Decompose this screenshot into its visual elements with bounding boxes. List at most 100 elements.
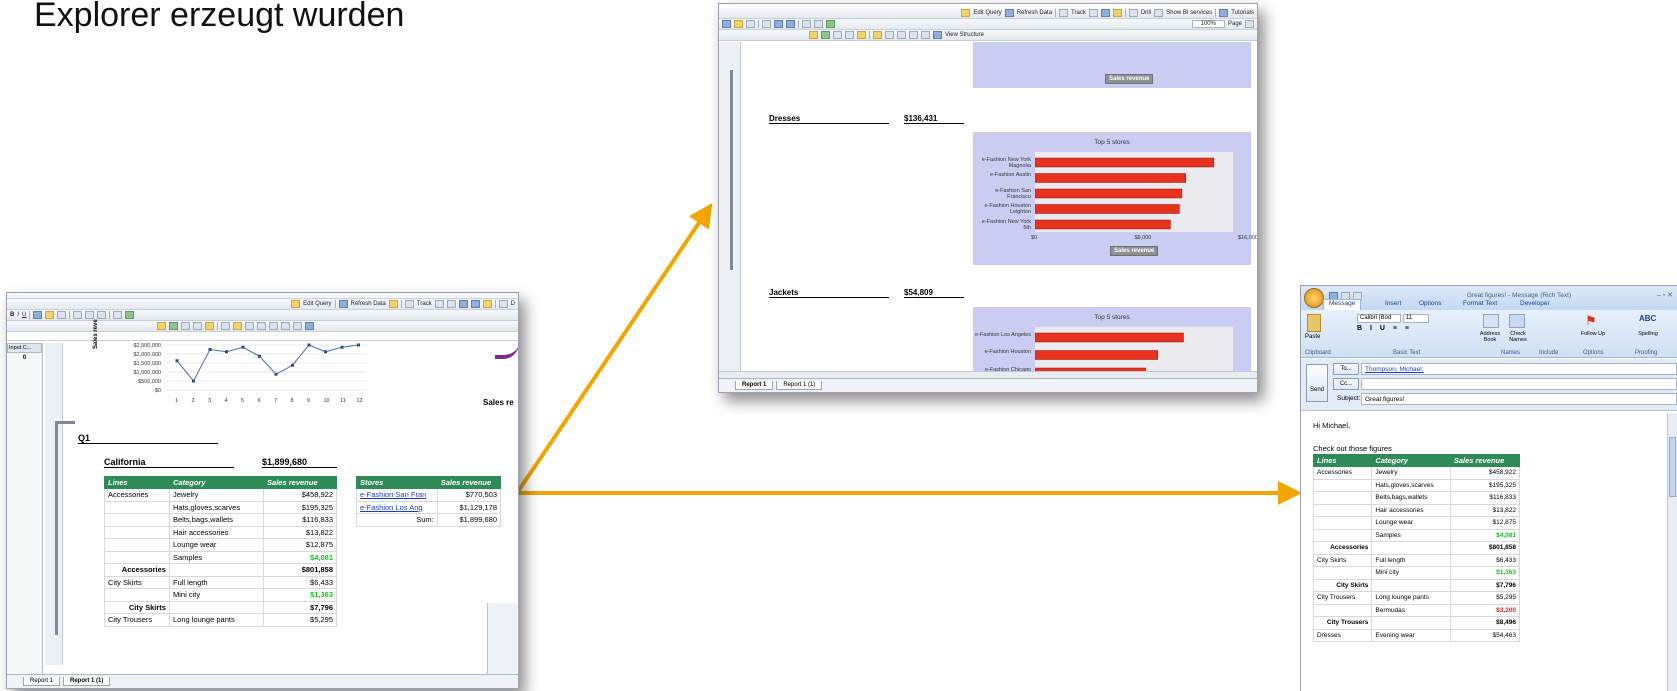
insert-table-icon[interactable] <box>821 31 830 39</box>
align-left-icon[interactable] <box>762 20 771 28</box>
sum-icon[interactable] <box>897 31 906 39</box>
underline-icon[interactable]: U <box>22 312 26 318</box>
formula-bar[interactable] <box>7 332 518 341</box>
filter-toolbar-icon[interactable] <box>233 322 242 330</box>
grid-icon[interactable] <box>1100 9 1110 17</box>
track-button[interactable]: Track <box>1071 10 1086 16</box>
checkbox-icon[interactable] <box>1154 9 1164 17</box>
track-icon[interactable] <box>404 300 414 308</box>
edit-query-button[interactable]: Edit Query <box>303 301 331 307</box>
border-icon[interactable] <box>746 20 755 28</box>
alert-icon[interactable] <box>293 322 302 330</box>
align-right-icon[interactable] <box>786 20 795 28</box>
tab-insert[interactable]: Insert <box>1385 300 1401 307</box>
input-controls-header[interactable]: Input C... <box>7 343 42 353</box>
page-nav-icon[interactable] <box>1245 20 1254 28</box>
zoom-select[interactable]: 100% <box>1191 20 1225 28</box>
sort-icon[interactable] <box>1112 9 1122 17</box>
tab-developer[interactable]: Developer <box>1520 300 1550 307</box>
check-names-button[interactable]: Check Names <box>1503 331 1533 343</box>
tab-report-1[interactable]: Report 1 <box>735 381 774 390</box>
tab-report-1-copy[interactable]: Report 1 (1) <box>776 381 823 390</box>
body-scrollbar[interactable] <box>1667 413 1677 691</box>
refresh-icon[interactable] <box>338 300 348 308</box>
cc-field[interactable] <box>1361 378 1677 390</box>
edit-query-icon[interactable] <box>291 300 301 308</box>
insert-table-icon[interactable] <box>169 322 178 330</box>
structure-icon[interactable] <box>470 300 480 308</box>
drill-icon[interactable] <box>498 300 508 308</box>
sort-toolbar-icon[interactable] <box>885 31 894 39</box>
store-link[interactable]: e-Fashion San Fran <box>356 488 438 502</box>
show-bi-button[interactable]: Show BI services <box>1166 10 1212 16</box>
view-structure-button[interactable]: View Structure <box>945 32 984 38</box>
wrap-icon[interactable] <box>802 20 811 28</box>
apply-icon[interactable] <box>125 311 135 319</box>
filter2-icon[interactable] <box>446 300 456 308</box>
break-icon[interactable] <box>221 322 230 330</box>
merge-icon[interactable] <box>814 20 823 28</box>
format-buttons-icon[interactable]: B I U ≡ ≡ <box>1357 325 1412 332</box>
rank-icon[interactable] <box>281 322 290 330</box>
view-structure-icon[interactable] <box>305 322 314 330</box>
align-center-icon[interactable] <box>774 20 783 28</box>
fill-color-icon[interactable] <box>45 311 55 319</box>
wrap-icon[interactable] <box>113 311 123 319</box>
refresh-data-button[interactable]: Refresh Data <box>351 301 386 307</box>
address-book-button[interactable]: Address Book <box>1475 331 1505 343</box>
message-body[interactable]: Hi Michael, Check out those figures Line… <box>1301 413 1677 691</box>
to-field[interactable]: Thompson, Michael; <box>1361 363 1677 375</box>
paste-button[interactable]: Paste <box>1305 334 1320 340</box>
border-icon[interactable] <box>57 311 67 319</box>
sort-toolbar-icon[interactable] <box>245 322 254 330</box>
filter-icon[interactable] <box>1088 9 1098 17</box>
drill-button[interactable]: D <box>511 301 515 307</box>
follow-up-button[interactable]: Follow Up <box>1579 331 1607 337</box>
tab-options[interactable]: Options <box>1419 300 1441 307</box>
font-color-icon[interactable] <box>722 20 731 28</box>
apply-icon[interactable] <box>826 20 835 28</box>
tab-format-text[interactable]: Format Text <box>1463 300 1497 307</box>
italic-icon[interactable]: I <box>17 312 19 318</box>
fill-color-icon[interactable] <box>734 20 743 28</box>
tab-report-1[interactable]: Report 1 <box>23 677 61 686</box>
check-names-icon[interactable] <box>1509 314 1525 328</box>
bold-icon[interactable]: B <box>10 312 14 318</box>
calc-icon[interactable] <box>269 322 278 330</box>
warning-icon[interactable] <box>857 31 866 39</box>
right-scroll-area[interactable] <box>487 603 517 674</box>
sum-icon[interactable] <box>257 322 266 330</box>
track-icon[interactable] <box>1059 9 1069 17</box>
grid-icon[interactable] <box>458 300 468 308</box>
drill-button[interactable]: Drill <box>1141 10 1151 16</box>
window-controls-icon[interactable]: – ▫ ✕ <box>1657 291 1673 299</box>
refresh-icon[interactable] <box>1004 9 1014 17</box>
tutorials-icon[interactable] <box>1219 9 1229 17</box>
edit-query-icon[interactable] <box>961 9 971 17</box>
spelling-button[interactable]: Spelling <box>1633 331 1663 337</box>
filter-icon[interactable] <box>434 300 444 308</box>
send-button[interactable]: Send <box>1306 364 1328 402</box>
flag-icon[interactable]: ⚑ <box>1585 314 1599 328</box>
refresh-data-button[interactable]: Refresh Data <box>1017 10 1052 16</box>
insert-icon[interactable] <box>157 322 166 330</box>
address-book-icon[interactable] <box>1483 314 1499 328</box>
insert-icon[interactable] <box>809 31 818 39</box>
sort-icon[interactable] <box>482 300 492 308</box>
tutorials-button[interactable]: Tutorials <box>1231 10 1254 16</box>
filter-toolbar-icon[interactable] <box>873 31 882 39</box>
warning-icon[interactable] <box>205 322 214 330</box>
drill-icon[interactable] <box>1128 9 1138 17</box>
redo-icon[interactable] <box>193 322 202 330</box>
tab-message[interactable]: Message <box>1323 299 1362 310</box>
spelling-icon[interactable]: ABC <box>1639 314 1656 323</box>
rank-icon[interactable] <box>921 31 930 39</box>
align-left-icon[interactable] <box>73 311 83 319</box>
font-color-icon[interactable] <box>33 311 43 319</box>
undo-icon[interactable] <box>833 31 842 39</box>
store-link[interactable]: e-Fashion Los Ang <box>356 500 438 514</box>
to-button[interactable]: To... <box>1333 363 1359 375</box>
subject-field[interactable]: Great figures! <box>1361 393 1677 405</box>
scrollbar-thumb[interactable] <box>1669 437 1676 497</box>
paste-icon[interactable] <box>1307 314 1321 332</box>
